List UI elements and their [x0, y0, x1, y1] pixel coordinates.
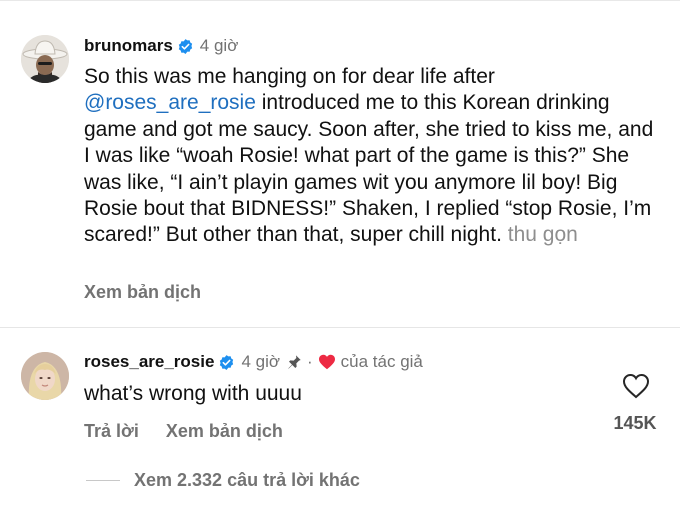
view-more-replies-label: Xem 2.332 câu trả lời khác [134, 470, 360, 490]
comment-text: So this was me hanging on for dear life … [84, 64, 664, 249]
reply-translate-button[interactable]: Xem bản dịch [166, 421, 283, 441]
comment-translate-button[interactable]: Xem bản dịch [84, 282, 201, 303]
like-count: 145K [613, 413, 657, 433]
top-divider [0, 0, 680, 1]
comment-mention-link[interactable]: @roses_are_rosie [84, 91, 256, 114]
reply-separator: · [307, 352, 313, 371]
collapse-link[interactable]: thu gọn [508, 223, 578, 246]
replies-divider-line [86, 480, 120, 481]
reply-button[interactable]: Trả lời [84, 421, 139, 441]
view-more-replies-button[interactable]: Xem 2.332 câu trả lời khác [86, 470, 360, 491]
avatar-roses-are-rosie[interactable] [21, 352, 69, 400]
comment-time: 4 giờ [199, 36, 239, 55]
verified-badge-icon [220, 354, 234, 370]
comment-username[interactable]: brunomars [84, 36, 173, 56]
comment-text-start: So this was me hanging on for dear life … [84, 65, 495, 88]
reply-username[interactable]: roses_are_rosie [84, 352, 214, 372]
comment-divider [0, 327, 680, 328]
reply-text: what’s wrong with uuuu [84, 382, 302, 405]
author-liked-heart-icon [318, 354, 335, 370]
author-liked-label: của tác giả [340, 352, 423, 371]
rosie-avatar-icon [21, 352, 69, 400]
reply-header: roses_are_rosie 4 giờ · của tác giả [84, 352, 423, 372]
avatar-brunomars[interactable] [21, 35, 69, 83]
reply-actions: Trả lời Xem bản dịch [84, 421, 283, 442]
like-heart-icon[interactable] [622, 373, 650, 399]
reply-time: 4 giờ [241, 352, 280, 371]
cowboy-avatar-icon [21, 35, 69, 83]
pin-icon [288, 355, 301, 369]
verified-badge-icon [178, 38, 192, 54]
comment-header: brunomars 4 giờ [84, 36, 238, 56]
